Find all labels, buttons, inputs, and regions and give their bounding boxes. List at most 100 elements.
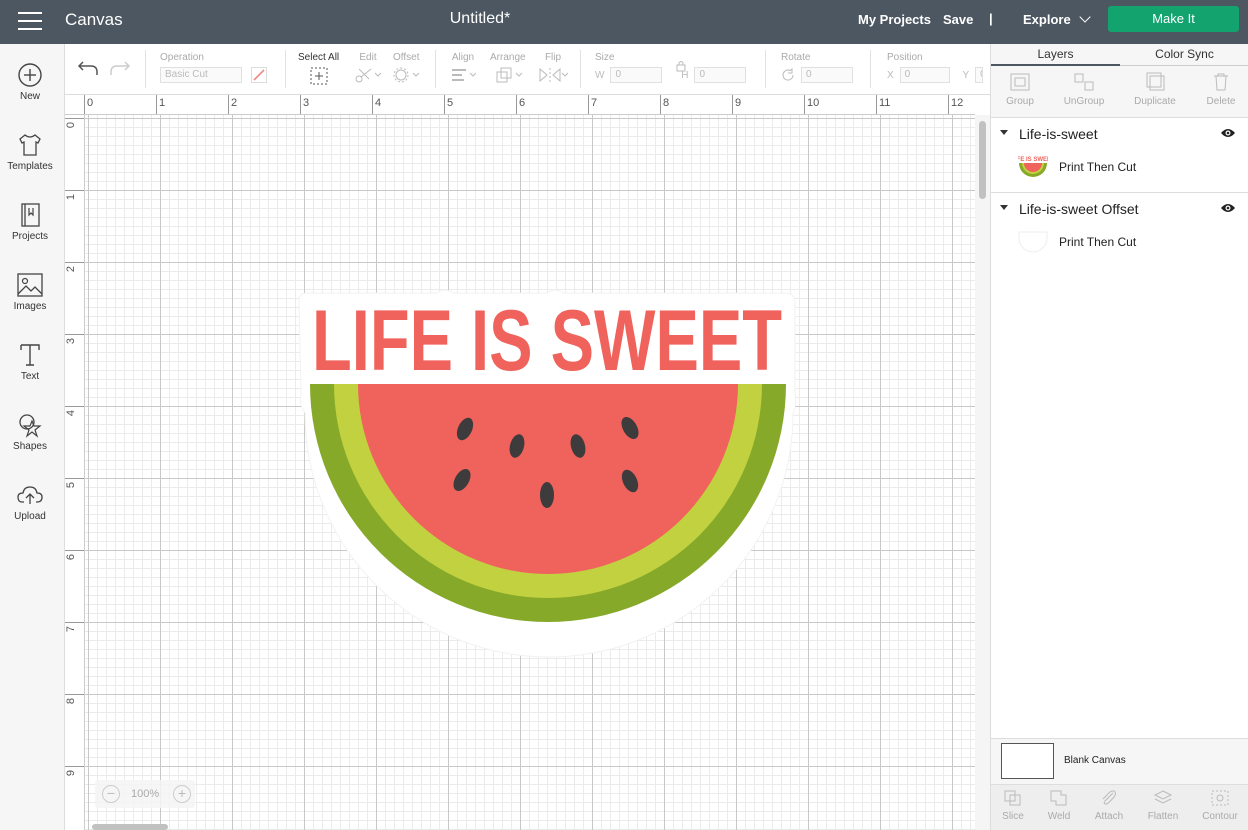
watermelon-design[interactable]: LIFE IS SWEET [85, 115, 975, 830]
ruler-tick [444, 95, 445, 114]
vertical-scrollbar[interactable] [975, 115, 990, 830]
sidebar-item-new[interactable]: New [0, 62, 60, 102]
edit-control[interactable]: Edit [355, 52, 382, 86]
duplicate-button[interactable]: Duplicate [1123, 72, 1187, 107]
toolbar-divider [870, 50, 871, 88]
ruler-tick-label: 8 [663, 97, 670, 109]
layers-list: Life-is-sweet LIFE IS SWEET Print Then C… [991, 118, 1248, 738]
y-input[interactable]: 0 [975, 67, 984, 83]
flatten-button[interactable]: Flatten [1138, 789, 1188, 822]
ruler-tick [588, 95, 589, 114]
ruler-tick [84, 95, 85, 114]
scrollbar-thumb[interactable] [979, 121, 986, 199]
layer-bottom-actions: Slice Weld Attach Flatten Contour [991, 784, 1248, 830]
rotate-icon [782, 68, 794, 81]
ruler-tick-label: 6 [65, 553, 78, 561]
ungroup-button[interactable]: UnGroup [1052, 72, 1116, 107]
operation-select[interactable]: Basic Cut [160, 67, 242, 83]
ruler-tick-label: 2 [231, 97, 238, 109]
attach-button[interactable]: Attach [1084, 789, 1134, 822]
width-label: W [595, 69, 605, 81]
zoom-out-button[interactable]: − [102, 785, 120, 803]
document-title[interactable]: Untitled* [0, 10, 960, 28]
save-link[interactable]: Save [943, 12, 973, 27]
ruler-tick [516, 95, 517, 114]
x-input[interactable]: 0 [899, 67, 950, 83]
size-control: Size W0 H0 [595, 52, 747, 83]
horizontal-scrollbar-thumb[interactable] [92, 824, 168, 830]
position-control: Position X0 Y0 [887, 52, 984, 83]
align-control[interactable]: Align [450, 52, 477, 86]
delete-button[interactable]: Delete [1189, 72, 1248, 107]
layer-item-name: Print Then Cut [1059, 235, 1137, 249]
width-input[interactable]: 0 [610, 67, 663, 83]
toolbar-divider [580, 50, 581, 88]
layer-group[interactable]: Life-is-sweet Offset [991, 194, 1248, 222]
operation-control: Operation Basic Cut [160, 52, 267, 83]
position-label: Position [887, 52, 923, 63]
paperclip-icon [1102, 790, 1116, 805]
blank-canvas-label: Blank Canvas [1064, 755, 1126, 766]
group-button[interactable]: Group [988, 72, 1052, 107]
layer-item[interactable]: LIFE IS SWEET Print Then Cut [991, 149, 1248, 185]
ruler-tick [876, 95, 877, 114]
slice-button[interactable]: Slice [988, 789, 1038, 822]
panel-tabs: Layers Color Sync [991, 44, 1248, 66]
height-input[interactable]: 0 [694, 67, 747, 83]
rotate-control: Rotate 0 [781, 52, 853, 83]
rotate-label: Rotate [781, 52, 811, 63]
zoom-in-button[interactable]: + [173, 785, 191, 803]
sidebar-item-label: Shapes [13, 441, 47, 452]
rotate-input[interactable]: 0 [801, 67, 853, 83]
operation-label: Operation [160, 52, 204, 63]
sidebar-item-label: Text [20, 371, 40, 382]
weld-label: Weld [1047, 811, 1071, 822]
arrange-label: Arrange [490, 52, 526, 63]
tab-layers[interactable]: Layers [991, 47, 1120, 66]
layer-group[interactable]: Life-is-sweet [991, 119, 1248, 147]
linetype-color-swatch-icon[interactable] [250, 67, 267, 83]
align-label: Align [451, 52, 475, 63]
eye-icon[interactable] [1220, 202, 1236, 214]
lock-icon[interactable] [676, 60, 686, 72]
layer-item[interactable]: Print Then Cut [991, 224, 1248, 260]
ruler-tick [228, 95, 229, 114]
select-all-control[interactable]: Select All [298, 52, 339, 88]
make-it-button[interactable]: Make It [1108, 6, 1239, 32]
weld-button[interactable]: Weld [1034, 789, 1084, 822]
collapse-triangle-icon[interactable] [1000, 205, 1008, 210]
ruler-tick [732, 95, 733, 114]
design-canvas[interactable]: LIFE IS SWEET [85, 115, 975, 830]
sidebar-item-images[interactable]: Images [0, 272, 60, 312]
delete-label: Delete [1206, 96, 1236, 107]
sidebar-item-templates[interactable]: Templates [0, 132, 60, 172]
blank-canvas-swatch[interactable] [1001, 743, 1054, 779]
sidebar-item-upload[interactable]: Upload [0, 482, 60, 522]
sidebar-item-text[interactable]: Text [0, 342, 60, 382]
horizontal-ruler: 0 1 2 3 4 5 6 7 8 9 10 11 12 [65, 95, 975, 115]
arrange-icon [496, 67, 523, 83]
collapse-triangle-icon[interactable] [1000, 130, 1008, 135]
flip-control[interactable]: Flip [538, 52, 569, 86]
redo-icon[interactable] [109, 58, 131, 78]
edit-scissors-icon [355, 68, 382, 83]
attach-label: Attach [1094, 811, 1124, 822]
sidebar-item-projects[interactable]: Projects [0, 202, 60, 242]
contour-button[interactable]: Contour [1195, 789, 1245, 822]
eye-icon[interactable] [1220, 127, 1236, 139]
trash-icon [1214, 73, 1228, 91]
arrange-control[interactable]: Arrange [490, 52, 526, 86]
ruler-tick-label: 4 [375, 97, 382, 109]
undo-icon[interactable] [77, 58, 99, 78]
layer-thumbnail: LIFE IS SWEET [1018, 157, 1048, 177]
offset-control[interactable]: Offset [393, 52, 420, 86]
ruler-tick [65, 334, 84, 335]
sidebar-item-shapes[interactable]: Shapes [0, 412, 60, 452]
ruler-tick [65, 118, 84, 119]
my-projects-link[interactable]: My Projects [858, 12, 931, 27]
ruler-tick-label: 4 [65, 409, 78, 417]
blank-canvas-row[interactable]: Blank Canvas [991, 738, 1248, 784]
flatten-label: Flatten [1147, 811, 1179, 822]
explore-dropdown[interactable]: Explore [1023, 11, 1091, 27]
tab-color-sync[interactable]: Color Sync [1120, 47, 1248, 61]
